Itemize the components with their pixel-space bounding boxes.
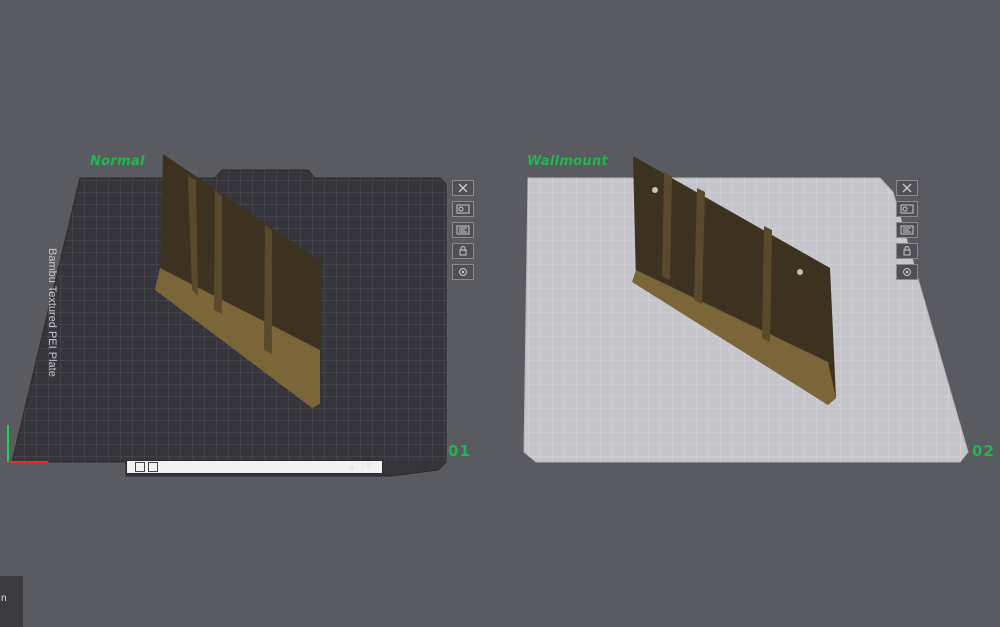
plate-1-name[interactable]: Normal bbox=[90, 154, 145, 169]
tool-icon: ▼ bbox=[365, 462, 374, 472]
plate-arrange-button[interactable] bbox=[896, 201, 918, 217]
plate-2-index: 02 bbox=[972, 442, 995, 460]
plate-orient-button[interactable] bbox=[896, 222, 918, 238]
plate-lock-button[interactable] bbox=[896, 243, 918, 259]
orient-icon bbox=[900, 225, 914, 235]
model-rib-3 bbox=[264, 225, 272, 354]
mount-hole bbox=[652, 187, 658, 193]
plate-arrange-button[interactable] bbox=[452, 201, 474, 217]
plate-orient-button[interactable] bbox=[452, 222, 474, 238]
plate-lock-button[interactable] bbox=[452, 243, 474, 259]
lock-icon bbox=[459, 246, 467, 256]
close-icon bbox=[902, 183, 912, 193]
settings-icon bbox=[903, 268, 911, 276]
plate-settings-button[interactable] bbox=[896, 264, 918, 280]
bambu-logo-icon bbox=[148, 462, 158, 472]
model-rib-2 bbox=[214, 190, 222, 314]
arrange-icon bbox=[456, 204, 470, 214]
bottom-left-tab-label: n bbox=[1, 593, 7, 604]
lock-icon bbox=[903, 246, 911, 256]
plate-close-button[interactable] bbox=[452, 180, 474, 196]
plate-settings-button[interactable] bbox=[452, 264, 474, 280]
plate-1-toolbar bbox=[452, 180, 476, 285]
bed-front-strip bbox=[126, 460, 383, 474]
bed-strip-icons: ▲□▼ bbox=[348, 462, 373, 472]
bottom-left-tab[interactable]: n bbox=[0, 576, 23, 627]
plate-2-name[interactable]: Wallmount bbox=[527, 154, 608, 169]
plate-close-button[interactable] bbox=[896, 180, 918, 196]
orient-icon bbox=[456, 225, 470, 235]
mount-hole bbox=[797, 269, 803, 275]
nozzle-icon: ▲ bbox=[348, 462, 356, 472]
settings-icon bbox=[459, 268, 467, 276]
bambu-logo-icon bbox=[135, 462, 145, 472]
viewport-3d[interactable] bbox=[0, 0, 1000, 627]
plate-2-toolbar bbox=[896, 180, 920, 285]
bed-type-label: Bambu Textured PEI Plate bbox=[46, 248, 58, 377]
arrange-icon bbox=[900, 204, 914, 214]
close-icon bbox=[458, 183, 468, 193]
screen-icon: □ bbox=[355, 462, 366, 472]
plate-1-index: 01 bbox=[448, 442, 471, 460]
